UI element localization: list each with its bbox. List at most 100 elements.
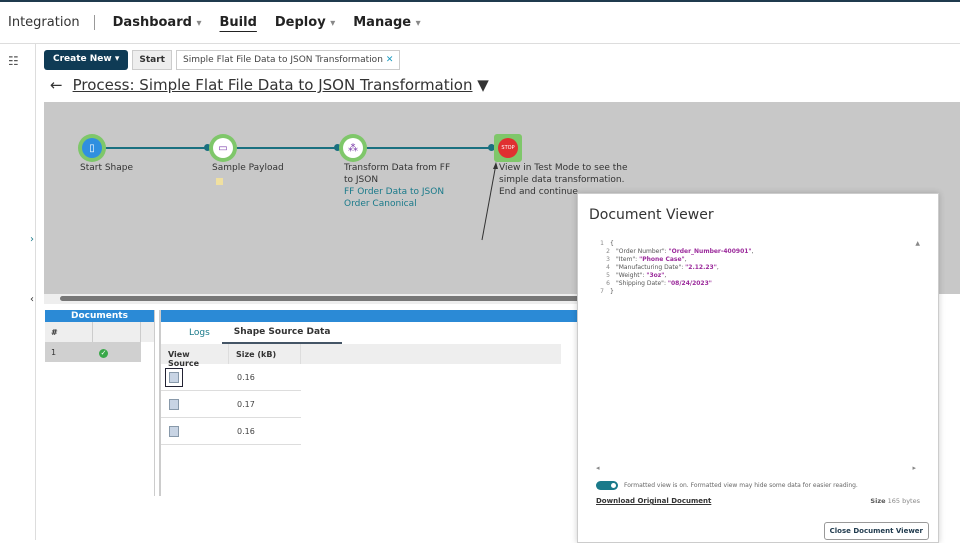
scroll-left-icon[interactable]: ◂ xyxy=(596,464,600,472)
json-key: { xyxy=(610,240,614,247)
shape-label: Transform Data from FF to JSON FF Order D… xyxy=(344,162,459,210)
json-value: "3oz" xyxy=(646,272,665,279)
shape-label: Start Shape xyxy=(80,163,134,173)
line-number: 6 xyxy=(606,280,610,287)
code-hscroll[interactable]: ◂ ▸ xyxy=(596,464,916,472)
sample-payload-shape[interactable]: ▭ xyxy=(209,134,237,162)
col-status xyxy=(93,322,141,342)
annotation-arrow xyxy=(481,162,498,241)
col-number: # xyxy=(45,322,93,342)
caret-down-icon: ▾ xyxy=(196,18,202,29)
line-number: 7 xyxy=(600,288,604,295)
json-value: "2.12.23" xyxy=(685,264,717,271)
code-line: 1{ xyxy=(590,240,925,248)
line-number: 5 xyxy=(606,272,610,279)
view-document-icon[interactable] xyxy=(165,367,183,387)
col-view-source: View Source xyxy=(161,344,229,368)
download-original-link[interactable]: Download Original Document xyxy=(596,497,711,505)
nav-dashboard[interactable]: Dashboard ▾ xyxy=(113,15,202,30)
document-row[interactable]: 1 ✓ xyxy=(45,342,141,362)
dialog-title: Document Viewer xyxy=(589,207,714,223)
create-new-label: Create New xyxy=(53,54,112,64)
code-view[interactable]: 1{2 "Order Number": "Order_Number-400901"… xyxy=(590,240,925,460)
json-value: "08/24/2023" xyxy=(667,280,712,287)
nav-deploy[interactable]: Deploy ▾ xyxy=(275,15,335,30)
json-punct: , xyxy=(684,256,687,263)
scroll-right-icon[interactable]: ▸ xyxy=(912,464,916,472)
line-number: 4 xyxy=(606,264,610,271)
json-punct: , xyxy=(751,248,754,255)
details-panel: Logs Shape Source Data View Source Size (… xyxy=(159,310,579,496)
doc-number: 1 xyxy=(51,348,57,357)
table-row[interactable]: 0.16 xyxy=(161,418,301,445)
stop-shape[interactable]: STOP xyxy=(494,134,522,162)
document-viewer-dialog: Document Viewer 1{2 "Order Number": "Orde… xyxy=(577,193,939,543)
json-key: } xyxy=(610,288,614,295)
close-viewer-button[interactable]: Close Document Viewer xyxy=(823,522,929,540)
nav-label: Manage xyxy=(353,15,412,30)
json-key: "Shipping Date": xyxy=(616,280,668,287)
scroll-thumb[interactable] xyxy=(60,296,580,301)
message-icon: ▭ xyxy=(213,138,233,158)
json-value: "Order_Number-400901" xyxy=(668,248,752,255)
tab-start[interactable]: Start xyxy=(132,50,172,70)
nav-build[interactable]: Build xyxy=(220,15,257,30)
back-arrow-icon[interactable]: ← xyxy=(50,76,63,94)
map-shape[interactable]: ⁂ xyxy=(339,134,367,162)
json-punct: , xyxy=(664,272,667,279)
table-row[interactable]: 0.16 xyxy=(161,364,301,391)
brand[interactable]: Integration xyxy=(0,15,95,30)
success-check-icon: ✓ xyxy=(99,349,108,358)
nav-label: Dashboard xyxy=(112,15,192,30)
scroll-up-icon[interactable]: ▲ xyxy=(915,240,920,247)
formatted-view-toggle[interactable] xyxy=(596,481,618,490)
close-icon[interactable]: ✕ xyxy=(386,55,394,65)
tab-current-process[interactable]: Simple Flat File Data to JSON Transforma… xyxy=(175,50,401,70)
top-nav: Integration Dashboard ▾ Build Deploy ▾ M… xyxy=(0,0,960,44)
code-line: 7} xyxy=(590,288,925,296)
shape-label: Sample Payload xyxy=(212,162,284,189)
size-cell: 0.16 xyxy=(237,426,255,436)
start-icon: ▯ xyxy=(82,138,102,158)
left-rail: ☷ › ‹ xyxy=(0,44,36,540)
line-number: 3 xyxy=(606,256,610,263)
json-punct: , xyxy=(716,264,719,271)
json-value: "Phone Case" xyxy=(639,256,685,263)
view-document-icon[interactable] xyxy=(169,398,179,410)
size-cell: 0.16 xyxy=(237,372,255,382)
documents-panel: Documents # 1 ✓ xyxy=(45,310,155,496)
create-new-button[interactable]: Create New ▾ xyxy=(44,50,129,70)
caret-down-icon: ▾ xyxy=(415,18,421,29)
view-document-icon[interactable] xyxy=(169,425,179,437)
process-title[interactable]: Process: Simple Flat File Data to JSON T… xyxy=(73,76,473,94)
tab-shape-source-data[interactable]: Shape Source Data xyxy=(221,322,343,344)
json-key: "Item": xyxy=(616,256,640,263)
start-shape[interactable]: ▯ xyxy=(78,134,106,162)
connector-line xyxy=(94,147,494,149)
line-number: 1 xyxy=(600,240,604,247)
col-size: Size (kB) xyxy=(229,344,301,364)
code-line: 3 "Item": "Phone Case", xyxy=(590,256,925,264)
tab-bar: Create New ▾ Start Simple Flat File Data… xyxy=(44,50,401,70)
map-icon: ⁂ xyxy=(343,138,363,158)
shape-label-text: Sample Payload xyxy=(212,163,284,173)
note-icon[interactable] xyxy=(216,178,223,185)
collapse-icon[interactable]: ‹ xyxy=(30,294,34,305)
shape-sublabel: FF Order Data to JSON Order Canonical xyxy=(344,187,445,209)
code-line: 2 "Order Number": "Order_Number-400901", xyxy=(590,248,925,256)
source-table: View Source Size (kB) 0.16 0.17 0.16 xyxy=(161,344,579,445)
nav-manage[interactable]: Manage ▾ xyxy=(353,15,420,30)
tab-logs[interactable]: Logs xyxy=(177,323,222,343)
expand-icon[interactable]: › xyxy=(30,234,34,245)
component-tree-icon[interactable]: ☷ xyxy=(8,54,19,68)
caret-down-icon: ▾ xyxy=(330,18,336,29)
table-row[interactable]: 0.17 xyxy=(161,391,301,418)
documents-header: Documents xyxy=(45,310,154,322)
json-key: "Weight": xyxy=(616,272,647,279)
canvas-scrollbar[interactable] xyxy=(44,294,584,304)
nav-label: Build xyxy=(219,15,257,30)
nav-label: Deploy xyxy=(274,15,326,30)
json-key: "Manufacturing Date": xyxy=(616,264,686,271)
json-key: "Order Number": xyxy=(616,248,669,255)
caret-down-icon[interactable]: ▼ xyxy=(477,76,489,94)
